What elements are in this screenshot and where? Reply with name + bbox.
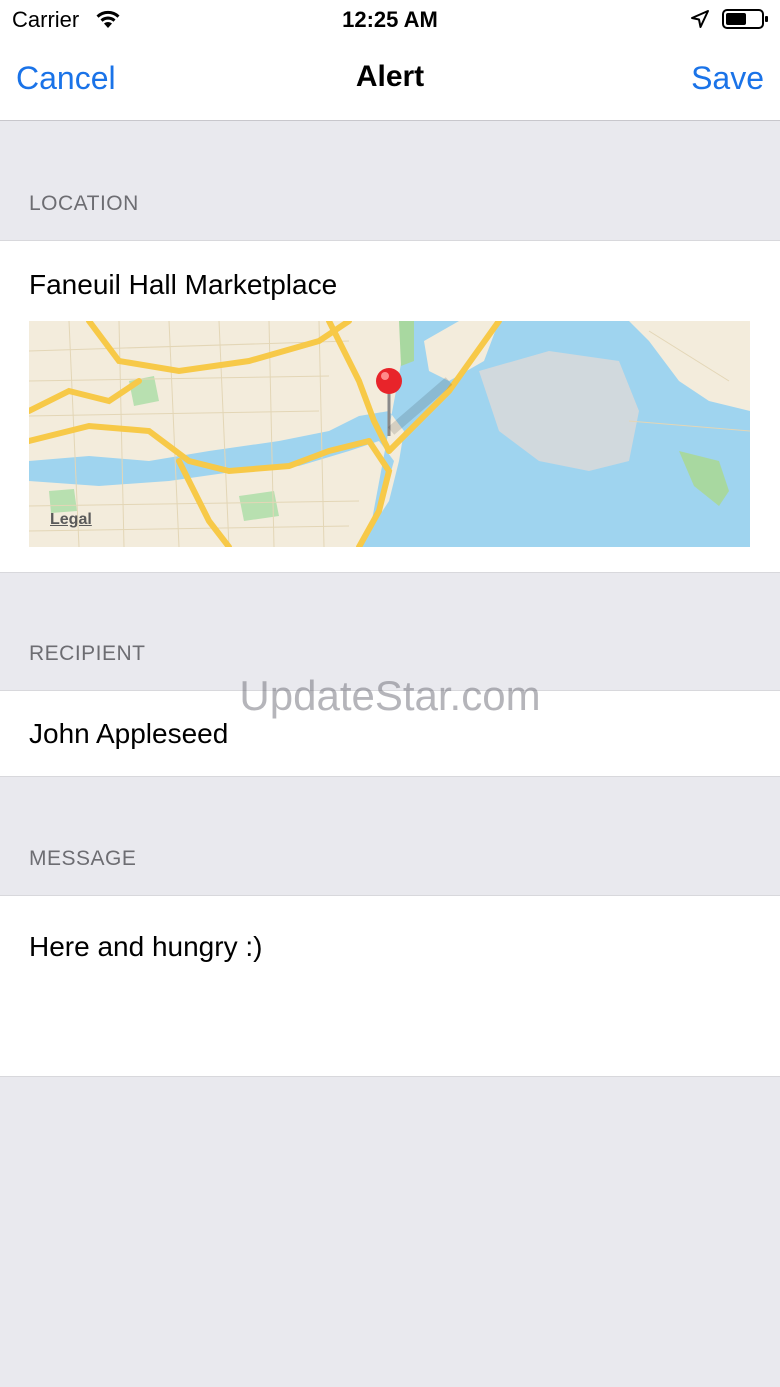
- page-title: Alert: [355, 60, 425, 93]
- location-name: Faneuil Hall Marketplace: [29, 269, 338, 300]
- clock: 12:25 AM: [342, 7, 438, 32]
- message-section-header: MESSAGE: [29, 847, 137, 870]
- recipient-name: John Appleseed: [29, 718, 229, 749]
- recipient-cell[interactable]: John Appleseed: [0, 690, 780, 777]
- recipient-section-header: RECIPIENT: [29, 642, 146, 665]
- map-legal-link[interactable]: Legal: [50, 511, 92, 529]
- message-text: Here and hungry :): [29, 931, 263, 962]
- cancel-button[interactable]: Cancel: [16, 60, 116, 97]
- navigation-bar: Cancel Alert Save: [0, 40, 780, 121]
- location-arrow-icon: [690, 9, 710, 35]
- location-cell[interactable]: Faneuil Hall Marketplace Legal: [0, 240, 780, 573]
- status-bar: Carrier 12:25 AM: [0, 0, 780, 40]
- location-map[interactable]: Legal: [29, 321, 750, 547]
- message-text-area[interactable]: Here and hungry :): [0, 895, 780, 1077]
- location-section-header: LOCATION: [29, 192, 139, 215]
- battery-icon: [722, 8, 770, 36]
- save-button[interactable]: Save: [691, 60, 764, 97]
